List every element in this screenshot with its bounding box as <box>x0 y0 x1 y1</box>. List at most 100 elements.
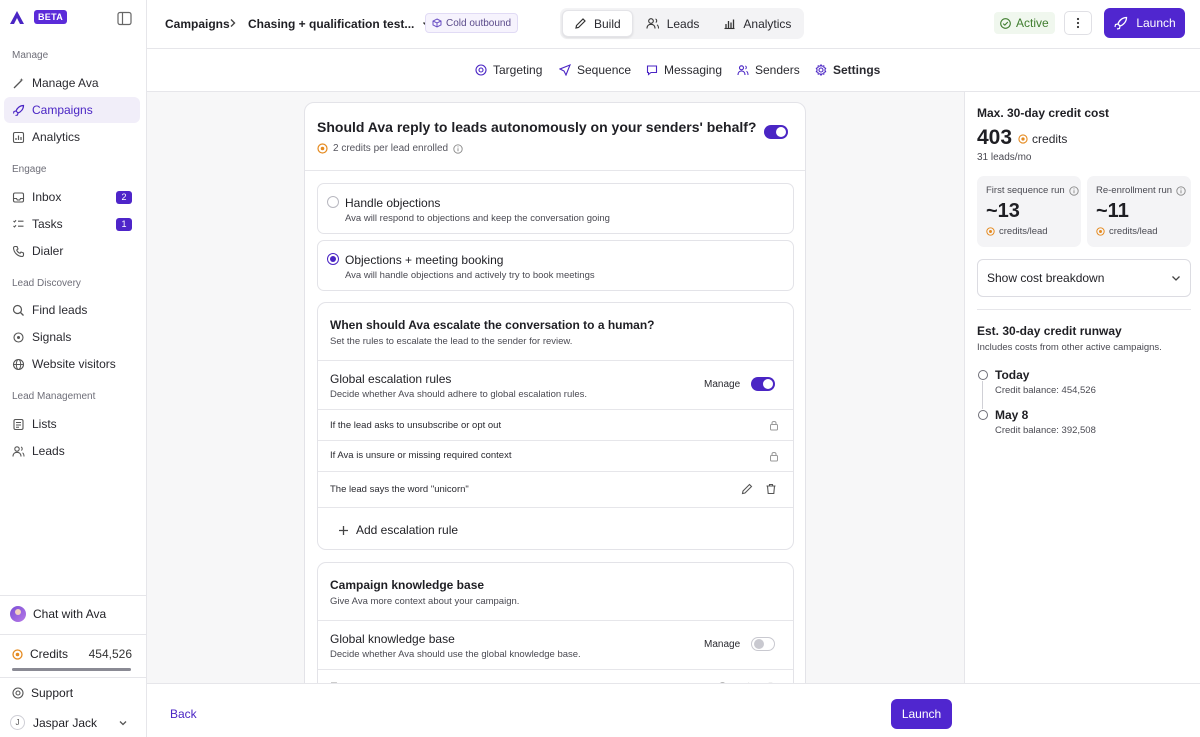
sidebar-item-label: Website visitors <box>32 357 116 371</box>
tab-label: Sequence <box>577 63 632 77</box>
info-icon[interactable] <box>453 143 463 154</box>
option-desc: Ava will respond to objections and keep … <box>345 213 610 224</box>
info-icon[interactable] <box>1176 185 1186 196</box>
trash-icon[interactable] <box>765 483 777 495</box>
breadcrumb-campaigns[interactable]: Campaigns <box>165 17 230 31</box>
mode-build[interactable]: Build <box>562 10 633 37</box>
sidebar-toggle-icon[interactable] <box>117 11 132 26</box>
launch-button[interactable]: Launch <box>1104 8 1185 38</box>
global-escalation-toggle[interactable] <box>751 377 775 391</box>
sidebar-item-analytics[interactable]: Analytics <box>4 124 140 150</box>
status-label: Active <box>1016 16 1049 30</box>
manage-knowledge-link[interactable]: Manage <box>704 639 740 650</box>
info-icon[interactable] <box>1069 185 1079 196</box>
global-escalation-title: Global escalation rules <box>330 372 452 386</box>
sidebar-item-manage-ava[interactable]: Manage Ava <box>4 70 140 96</box>
sidebar-item-campaigns[interactable]: Campaigns <box>4 97 140 123</box>
chat-with-ava-button[interactable]: Chat with Ava <box>10 606 106 622</box>
sidebar-item-signals[interactable]: Signals <box>4 324 140 350</box>
rocket-icon <box>1113 16 1128 31</box>
send-icon <box>559 64 571 76</box>
lock-icon <box>769 420 779 431</box>
credit-coin-icon <box>1018 134 1028 144</box>
option-title: Handle objections <box>345 196 441 210</box>
add-escalation-rule-button[interactable]: Add escalation rule <box>338 523 458 537</box>
phone-icon <box>12 245 25 258</box>
escalation-rule-row: If Ava is unsure or missing required con… <box>318 440 793 471</box>
radio-handle-objections[interactable] <box>327 196 339 208</box>
rule-text: If the lead asks to unsubscribe or opt o… <box>330 420 502 431</box>
launch-bottom-button[interactable]: Launch <box>891 699 952 729</box>
option-handle-objections[interactable]: Handle objections Ava will respond to ob… <box>317 183 794 234</box>
mode-leads[interactable]: Leads <box>635 10 711 37</box>
sidebar-item-leads[interactable]: Leads <box>4 438 140 464</box>
support-link[interactable]: Support <box>12 686 73 700</box>
edit-icon[interactable] <box>741 483 753 495</box>
tab-targeting[interactable]: Targeting <box>475 63 542 77</box>
logo-icon <box>10 10 24 24</box>
tab-settings[interactable]: Settings <box>815 63 880 77</box>
help-icon <box>12 687 24 699</box>
show-cost-breakdown-button[interactable]: Show cost breakdown <box>977 259 1191 297</box>
user-menu[interactable]: J Jaspar Jack <box>10 715 128 730</box>
stat-value: ~13 <box>986 200 1020 222</box>
global-knowledge-toggle[interactable] <box>751 637 775 651</box>
cost-panel: Max. 30-day credit cost 403 credits 31 l… <box>964 92 1200 683</box>
section-label-lead-management: Lead Management <box>12 391 96 402</box>
sidebar-item-label: Manage Ava <box>32 76 99 90</box>
add-rule-label: Add escalation rule <box>356 523 459 537</box>
sidebar-item-website-visitors[interactable]: Website visitors <box>4 351 140 377</box>
tab-messaging[interactable]: Messaging <box>646 63 722 77</box>
sidebar-item-label: Analytics <box>32 130 81 144</box>
escalation-section: When should Ava escalate the conversatio… <box>317 302 794 550</box>
mode-analytics[interactable]: Analytics <box>712 10 802 37</box>
sidebar-item-lists[interactable]: Lists <box>4 411 140 437</box>
more-options-button[interactable] <box>1064 11 1092 35</box>
option-meeting-booking[interactable]: Objections + meeting booking Ava will ha… <box>317 240 794 291</box>
escalation-title: When should Ava escalate the conversatio… <box>330 318 655 332</box>
credit-coin-icon <box>986 227 995 236</box>
beta-badge: BETA <box>34 10 68 24</box>
list-icon <box>12 418 25 431</box>
autonomous-reply-toggle[interactable] <box>764 125 788 139</box>
radio-meeting-booking[interactable] <box>327 253 339 265</box>
tab-label: Messaging <box>664 63 723 77</box>
first-sequence-stat: First sequence run ~13 credits/lead <box>977 176 1081 247</box>
top-header: Campaigns Chasing + qualification test..… <box>147 0 1200 49</box>
chat-label: Chat with Ava <box>33 607 107 621</box>
credits-progress-fill <box>12 668 131 671</box>
status-badge: Active <box>994 12 1055 34</box>
credits-progress-bar <box>12 668 131 671</box>
sidebar-item-label: Lists <box>32 417 57 431</box>
back-button[interactable]: Back <box>170 707 197 721</box>
cost-unit-wrap: credits <box>1018 132 1067 146</box>
support-label: Support <box>31 686 74 700</box>
divider <box>305 170 805 171</box>
sidebar-item-tasks[interactable]: Tasks 1 <box>4 211 140 237</box>
sidebar-item-inbox[interactable]: Inbox 2 <box>4 184 140 210</box>
section-label-engage: Engage <box>12 164 47 175</box>
chart-icon <box>723 17 736 30</box>
search-icon <box>12 304 25 317</box>
tab-sequence[interactable]: Sequence <box>559 63 631 77</box>
escalation-rule-row: If the lead asks to unsubscribe or opt o… <box>318 409 793 440</box>
tab-senders[interactable]: Senders <box>737 63 800 77</box>
campaign-selector[interactable]: Chasing + qualification test... <box>248 17 432 31</box>
leads-per-month: 31 leads/mo <box>977 152 1032 163</box>
people-icon <box>737 64 749 76</box>
timeline-balance: Credit balance: 392,508 <box>995 425 1096 436</box>
sidebar-item-dialer[interactable]: Dialer <box>4 238 140 264</box>
sidebar-item-find-leads[interactable]: Find leads <box>4 297 140 323</box>
cost-value: 403 <box>977 126 1013 149</box>
user-avatar: J <box>10 715 25 730</box>
divider <box>0 595 147 596</box>
chevron-down-icon <box>1171 273 1181 283</box>
manage-escalation-link[interactable]: Manage <box>704 379 740 390</box>
logo[interactable]: BETA <box>10 10 68 24</box>
timeline-dot <box>978 370 988 380</box>
cube-icon <box>432 18 442 28</box>
stat-label-wrap: First sequence run <box>986 185 1079 196</box>
credits-row[interactable]: Credits 454,526 <box>12 647 132 661</box>
credit-coin-icon <box>12 648 23 660</box>
target-icon <box>475 64 487 76</box>
